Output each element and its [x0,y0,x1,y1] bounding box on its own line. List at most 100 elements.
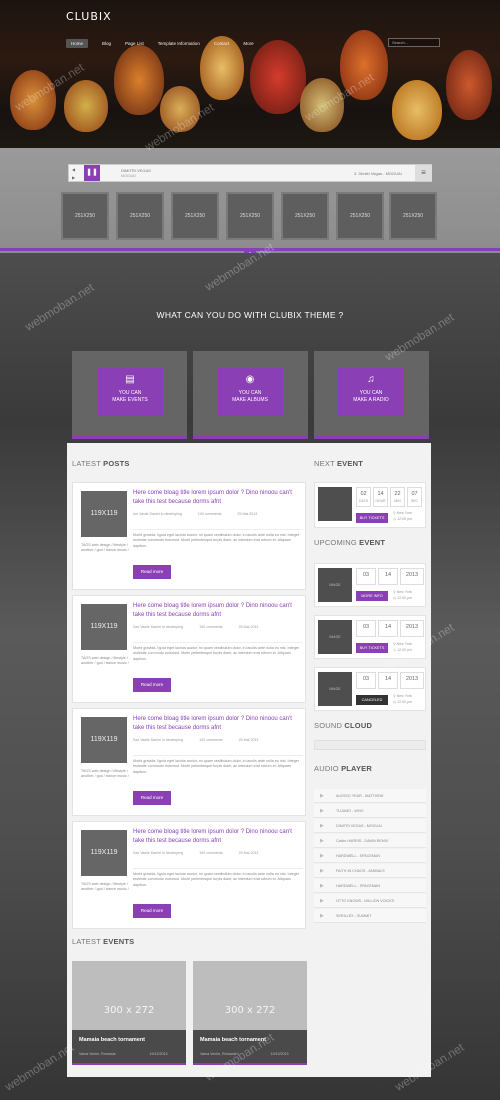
buy-tickets-button[interactable]: BUY TICKETS [356,643,388,653]
playlist-track[interactable]: ▶ FAITH IN CHAOS - ANIMALS [314,864,426,878]
site-logo[interactable]: CLUBIX [66,10,112,23]
play-icon: ▶ [320,868,324,874]
event-title[interactable]: Mamaia beach tornament [79,1037,145,1043]
now-playing: 3. Dimitri Vegas - MOGUAI [354,171,402,176]
play-icon: ▶ [320,793,324,799]
playlist-track[interactable]: ▶ TUJAMO - WHO [314,804,426,818]
post-excerpt: Morbi gravida, ligula eget lacinia aucto… [133,533,300,548]
post-title[interactable]: Here come bloag title lorem ipsum dolor … [133,715,303,733]
event-image[interactable]: IMAGE [318,620,352,654]
post-meta: Sas Vasile Daniel in developing 100 comme… [133,625,303,629]
prev-icon[interactable]: ◀ [72,167,75,172]
divider [133,755,303,756]
post-image[interactable]: 119X119 [81,717,127,763]
nav-page-list[interactable]: Page List [125,41,144,46]
post-tags[interactable]: TAGS web design / lifestyle / another / … [81,882,129,893]
post-author[interactable]: Sas Vasile Daniel in developing [133,738,183,742]
post-title[interactable]: Here come bloag title lorem ipsum dolor … [133,828,303,846]
play-icon: ▶ [320,853,324,859]
player-artist: DIMITRI VEGAS [121,168,151,173]
buy-tickets-button[interactable]: BUY TICKETS [356,513,388,523]
event-year: 2013 [400,568,424,585]
play-icon: ▶ [320,838,324,844]
latest-events-heading: LATEST EVENTS [72,937,135,946]
pause-button[interactable]: ❚❚ [84,165,100,181]
feature-make-radio[interactable]: ♫ YOU CAN MAKE A RADIO [338,368,404,416]
gallery-thumb[interactable]: 251X250 [61,192,109,240]
feature-line1: YOU CAN [238,390,262,396]
latest-event-card[interactable]: 300 x 272 Mamaia beach tornament Vama Ve… [72,961,186,1065]
playlist-track[interactable]: ▶ DIMITRI VEGAS - MOGUAI [314,819,426,833]
gallery-thumb[interactable]: 251X250 [336,192,384,240]
playlist-track[interactable]: ▶ ALESSO YEAR - MATTHEW [314,789,426,803]
event-image[interactable] [318,487,352,521]
post-meta: Sas Vasile Daniel in developing 100 comme… [133,738,303,742]
post-comments[interactable]: 100 comments [199,738,223,742]
divider [133,868,303,869]
news-icon: ▤ [125,374,135,385]
post-meta: Sas Vasile Daniel in developing 100 comme… [133,851,303,855]
read-more-button[interactable]: Read more [133,678,171,692]
playlist-menu-icon[interactable]: ≡ [415,165,432,181]
read-more-button[interactable]: Read more [133,904,171,918]
play-icon: ▶ [320,823,324,829]
nav-template-information[interactable]: Template Information [158,41,200,46]
gallery-thumb[interactable]: 251X250 [389,192,437,240]
post-card: 119X119 Here come bloag title lorem ipsu… [72,482,306,590]
post-author[interactable]: Sas Vasile Daniel in developing [133,851,183,855]
audio-player-heading: AUDIO PLAYER [314,764,372,773]
post-image[interactable]: 119X119 [81,491,127,537]
playlist-track[interactable]: ▶ Calvin HARRIS - DAWN REMIX [314,834,426,848]
search-input[interactable]: Search... [388,38,440,47]
event-image[interactable]: IMAGE [318,568,352,602]
post-tags[interactable]: TAGS web design / lifestyle / another / … [81,543,129,554]
event-date: 19/12/2013 [149,1052,168,1056]
post-excerpt: Morbi gravida, ligula eget lacinia aucto… [133,872,300,887]
soundcloud-heading: SOUND CLOUD [314,721,373,730]
nav-contact[interactable]: Contact [214,41,230,46]
post-image[interactable]: 119X119 [81,604,127,650]
soundcloud-widget[interactable] [314,740,426,750]
post-title[interactable]: Here come bloag title lorem ipsum dolor … [133,489,303,507]
feature-make-albums[interactable]: ◉ YOU CAN MAKE ALBUMS [217,368,283,416]
nav-blog[interactable]: Blog [102,41,111,46]
play-icon: ▶ [320,913,324,919]
event-day: 03 [356,672,376,689]
gallery-thumb[interactable]: 251X250 [281,192,329,240]
feature-line1: YOU CAN [118,390,142,396]
post-image[interactable]: 119X119 [81,830,127,876]
post-author[interactable]: Sas Vasile Daniel in developing [133,625,183,629]
event-year: 2013 [400,672,424,689]
post-comments[interactable]: 100 comments [198,512,222,516]
post-author[interactable]: Ion Vasile Daniel in developing [133,512,182,516]
playlist-track[interactable]: ▶ HARDWELL - SPACEMAN [314,879,426,893]
event-year: 2013 [400,620,424,637]
read-more-button[interactable]: Read more [133,565,171,579]
nav-home[interactable]: Home [66,38,89,48]
event-month: 14 [378,568,398,585]
gallery-thumb[interactable]: 251X250 [226,192,274,240]
playlist-track[interactable]: ▶ SKRILLEX - SUMMIT [314,909,426,923]
upcoming-event-card: IMAGE 03 14 2013 MORE INFO ⚲ New York ◷ 1… [314,563,426,607]
read-more-button[interactable]: Read more [133,791,171,805]
post-title[interactable]: Here come bloag title lorem ipsum dolor … [133,602,303,620]
upcoming-event-heading: UPCOMING EVENT [314,538,386,547]
more-info-button[interactable]: MORE INFO [356,591,388,601]
event-month: 14 [378,672,398,689]
gallery-thumb[interactable]: 251X250 [171,192,219,240]
next-icon[interactable]: ▶ [72,175,75,180]
nav-more[interactable]: More [243,41,253,46]
playlist-track[interactable]: ▶ OTTO KNOWS - MILLION VOICES [314,894,426,908]
post-comments[interactable]: 100 comments [199,625,223,629]
countdown-minutes: 22 MIN [390,487,405,507]
playlist-track[interactable]: ▶ HARDWELL - SPACEMAN [314,849,426,863]
event-place: Vama Veche, Romania [79,1052,116,1056]
post-comments[interactable]: 100 comments [199,851,223,855]
post-tags[interactable]: TAGS web design / lifestyle / another / … [81,769,129,780]
event-image[interactable]: IMAGE [318,672,352,706]
gallery-thumb[interactable]: 251X250 [116,192,164,240]
event-location: ⚲ New York ◷ 12:00 pm [393,511,413,521]
feature-make-events[interactable]: ▤ YOU CAN MAKE EVENTS [97,368,163,416]
event-day: 03 [356,620,376,637]
event-day: 03 [356,568,376,585]
